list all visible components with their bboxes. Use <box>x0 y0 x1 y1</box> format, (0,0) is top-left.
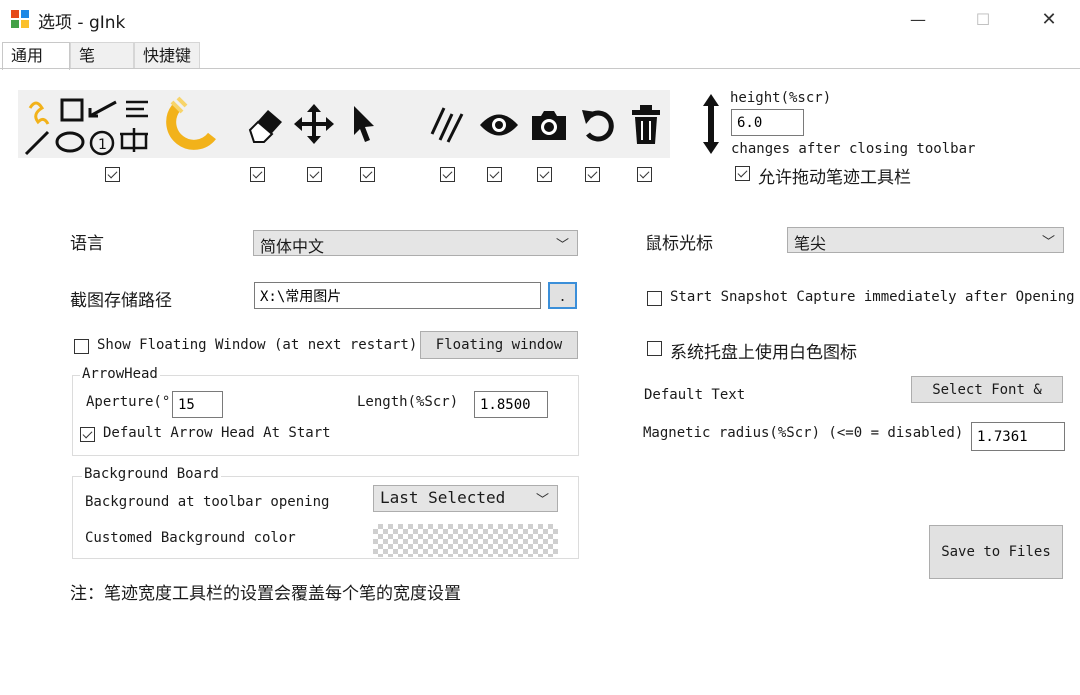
pointer-icon[interactable] <box>350 104 378 146</box>
height-note: changes after closing toolbar <box>731 141 976 157</box>
magnet-icon[interactable] <box>166 94 222 156</box>
length-input[interactable] <box>474 391 548 418</box>
floating-window-checkbox[interactable] <box>74 339 89 354</box>
chevron-down-icon: ﹀ <box>1041 235 1055 250</box>
toolbar-checkbox-pen-width[interactable] <box>440 167 455 182</box>
pen-width-icon[interactable] <box>428 104 468 144</box>
maximize-button: ☐ <box>960 6 1006 32</box>
pen-shapes-icon[interactable]: 1 <box>22 94 154 156</box>
snapshot-capture-checkbox[interactable] <box>647 291 662 306</box>
toolbar-checkbox-trash[interactable] <box>637 167 652 182</box>
toolbar-checkbox-eraser[interactable] <box>250 167 265 182</box>
maximize-icon: ☐ <box>975 9 991 29</box>
floating-window-button[interactable]: Floating window <box>420 331 578 359</box>
magnetic-radius-input[interactable] <box>971 422 1065 451</box>
toolbar-checkbox-pens[interactable] <box>105 167 120 182</box>
select-font-button[interactable]: Select Font & <box>911 376 1063 403</box>
toolbar-checkbox-move[interactable] <box>307 167 322 182</box>
custom-bg-color-swatch[interactable] <box>373 524 558 557</box>
tab-divider <box>0 68 1080 69</box>
title-bar: 选项 - gInk — ☐ ✕ <box>0 0 1080 38</box>
toolbar-preview: 1 <box>18 90 670 158</box>
allow-drag-checkbox[interactable] <box>735 166 750 181</box>
browse-button[interactable]: . <box>548 282 577 309</box>
background-opening-label: Background at toolbar opening <box>85 494 330 510</box>
height-label: height(%scr) <box>730 90 832 106</box>
cursor-label: 鼠标光标 <box>645 234 713 254</box>
save-to-files-button[interactable]: Save to Files <box>929 525 1063 579</box>
magnetic-radius-label: Magnetic radius(%Scr) (<=0 = disabled) <box>643 425 964 441</box>
snapshot-capture-label: Start Snapshot Capture immediately after… <box>670 289 1075 305</box>
aperture-input[interactable] <box>172 391 223 418</box>
minimize-button[interactable]: — <box>895 6 941 32</box>
white-tray-icon-label: 系统托盘上使用白色图标 <box>670 343 857 363</box>
minimize-icon: — <box>910 9 926 29</box>
background-board-group-title: Background Board <box>82 466 221 482</box>
length-label: Length(%Scr) <box>357 394 459 410</box>
default-arrowhead-checkbox[interactable] <box>80 427 95 442</box>
default-arrowhead-label: Default Arrow Head At Start <box>103 425 331 441</box>
arrowhead-group-title: ArrowHead <box>80 366 160 382</box>
trash-icon[interactable] <box>630 104 662 146</box>
snapshot-path-input[interactable] <box>254 282 541 309</box>
allow-drag-label: 允许拖动笔迹工具栏 <box>758 168 911 188</box>
pen-width-note: 注：笔迹宽度工具栏的设置会覆盖每个笔的宽度设置 <box>70 584 461 604</box>
toolbar-checkbox-eye[interactable] <box>487 167 502 182</box>
close-button[interactable]: ✕ <box>1026 6 1072 32</box>
eye-icon[interactable] <box>478 110 520 140</box>
language-value: 简体中文 <box>260 237 325 256</box>
svg-text:1: 1 <box>98 137 107 153</box>
cursor-value: 笔尖 <box>794 234 827 253</box>
language-label: 语言 <box>70 234 104 254</box>
aperture-label: Aperture(° <box>86 394 171 410</box>
close-icon: ✕ <box>1041 8 1057 30</box>
white-tray-icon-checkbox[interactable] <box>647 341 662 356</box>
toolbar-checkbox-pointer[interactable] <box>360 167 375 182</box>
window-title: 选项 - gInk <box>38 13 126 33</box>
custom-bg-color-label: Customed Background color <box>85 530 296 546</box>
floating-window-label: Show Floating Window (at next restart) <box>97 337 418 353</box>
eraser-icon[interactable] <box>246 100 286 148</box>
undo-icon[interactable] <box>580 106 618 144</box>
tab-general[interactable]: 通用 <box>2 42 70 70</box>
snapshot-path-label: 截图存储路径 <box>70 291 172 311</box>
height-input[interactable] <box>731 109 804 136</box>
language-select[interactable]: 简体中文 ﹀ <box>253 230 578 256</box>
toolbar-checkbox-undo[interactable] <box>585 167 600 182</box>
chevron-down-icon: ﹀ <box>535 493 549 508</box>
toolbar-checkbox-camera[interactable] <box>537 167 552 182</box>
background-opening-select[interactable]: Last Selected ﹀ <box>373 485 558 512</box>
move-icon[interactable] <box>294 100 334 148</box>
chevron-down-icon: ﹀ <box>555 238 569 253</box>
cursor-select[interactable]: 笔尖 ﹀ <box>787 227 1064 253</box>
default-text-label: Default Text <box>644 387 746 403</box>
tab-hotkeys[interactable]: 快捷键 <box>134 42 200 68</box>
tab-pens[interactable]: 笔 <box>70 42 134 68</box>
vertical-resize-icon <box>703 94 719 154</box>
camera-icon[interactable] <box>530 108 568 142</box>
app-icon <box>11 10 29 28</box>
background-opening-value: Last Selected <box>380 488 506 507</box>
